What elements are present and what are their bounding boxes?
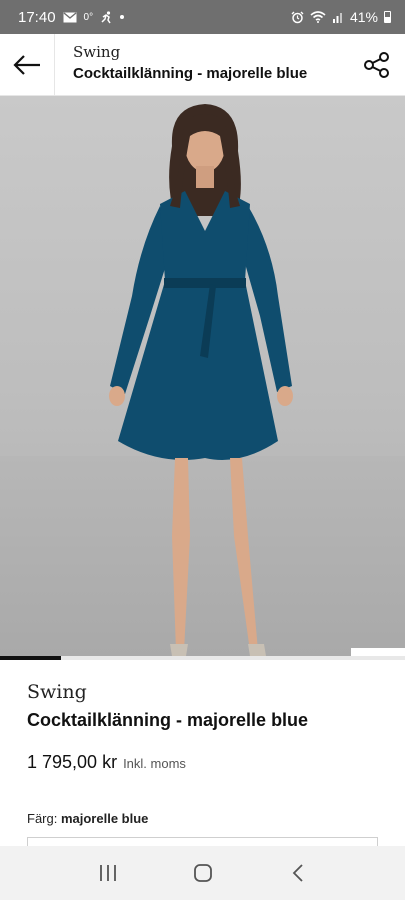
system-nav-bar xyxy=(0,846,405,900)
price-row: 1 795,00 kr Inkl. moms xyxy=(27,752,186,773)
product-brand[interactable]: Swing xyxy=(27,681,87,703)
arrow-left-icon xyxy=(13,54,40,75)
color-row: Färg: majorelle blue xyxy=(27,811,148,826)
color-value: majorelle blue xyxy=(60,811,149,826)
home-icon xyxy=(193,864,212,882)
recent-apps-button[interactable] xyxy=(88,853,128,893)
gallery-progress xyxy=(0,656,405,660)
battery-icon xyxy=(384,11,391,23)
product-price: 1 795,00 kr xyxy=(27,752,118,772)
header-brand: Swing xyxy=(73,43,121,61)
back-nav-button[interactable] xyxy=(278,853,318,893)
gallery-progress-fill xyxy=(0,656,61,660)
vat-note: Inkl. moms xyxy=(123,756,186,771)
recent-apps-icon xyxy=(99,865,116,881)
chevron-left-icon xyxy=(292,864,303,882)
app-header: Swing Cocktailklänning - majorelle blue xyxy=(0,34,405,96)
mail-icon xyxy=(63,11,77,22)
product-image[interactable] xyxy=(0,96,405,656)
status-left: 17:40 0° xyxy=(18,8,125,26)
share-icon xyxy=(364,51,389,78)
color-label: Färg: xyxy=(27,811,58,826)
status-bar: 17:40 0° 41% xyxy=(0,0,405,34)
status-right: 41% xyxy=(291,9,391,25)
status-time: 17:40 xyxy=(18,8,56,26)
temperature-text: 0° xyxy=(83,11,94,23)
model-photo xyxy=(109,104,293,656)
wishlist-button[interactable] xyxy=(351,648,405,656)
header-product-name: Cocktailklänning - majorelle blue xyxy=(73,65,308,82)
back-button[interactable] xyxy=(0,34,55,95)
header-titles: Swing Cocktailklänning - majorelle blue xyxy=(55,34,349,95)
product-name: Cocktailklänning - majorelle blue xyxy=(27,710,309,730)
battery-percent: 41% xyxy=(349,9,378,25)
home-button[interactable] xyxy=(183,853,223,893)
wifi-icon xyxy=(310,11,326,23)
share-button[interactable] xyxy=(349,34,405,95)
notification-dot xyxy=(120,15,125,19)
signal-icon xyxy=(332,13,342,23)
running-icon xyxy=(101,10,111,23)
alarm-icon xyxy=(291,11,304,23)
